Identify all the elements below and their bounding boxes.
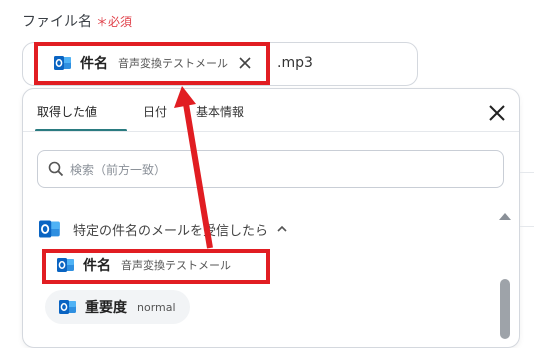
annotation-arrow: [174, 86, 213, 249]
